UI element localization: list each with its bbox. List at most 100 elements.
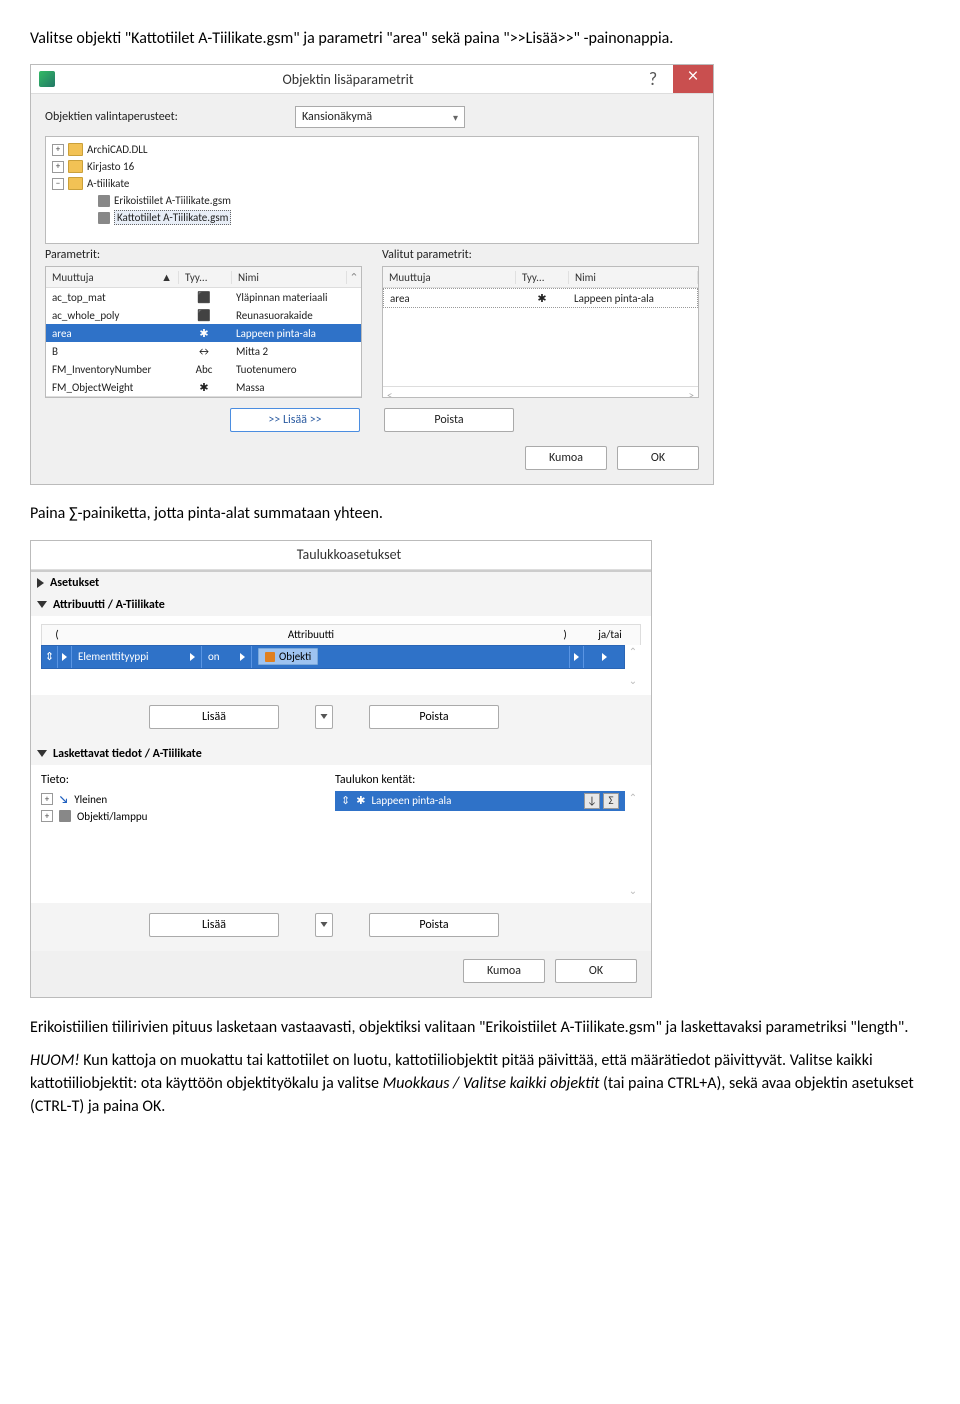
rule-op: on	[208, 650, 220, 663]
chevron-right-icon	[190, 653, 195, 661]
paragraph-intro-2: Paina ∑-painiketta, jotta pinta-alat sum…	[30, 503, 930, 525]
screenshot-dialog-taulukkoasetukset: Taulukkoasetukset Asetukset Attribuutti …	[30, 540, 652, 998]
table-row: FM_InventoryNumberAbcTuotenumero	[46, 360, 361, 378]
chevron-down-icon	[37, 750, 47, 757]
table-header: Muuttuja▲ Tyy... Nimi ⌃	[46, 267, 361, 288]
chevron-down-icon	[37, 601, 47, 608]
table-row: area✱Lappeen pinta-ala	[384, 289, 697, 307]
tree-node: + Objekti/lamppu	[41, 808, 317, 825]
remove-field-button[interactable]: Poista	[369, 913, 499, 937]
table-row: ac_whole_poly⬛Reunasuorakaide	[46, 306, 361, 324]
table-row: ac_top_mat⬛Yläpinnan materiaali	[46, 288, 361, 306]
scrollbar[interactable]: ⌃⌄	[625, 791, 641, 901]
remove-criteria-button[interactable]: Poista	[369, 705, 499, 729]
drag-handle-icon[interactable]: ⇕	[42, 646, 58, 668]
field-label: Lappeen pinta-ala	[371, 794, 451, 807]
tree-node: Erikoistiilet A-Tiilikate.gsm	[52, 192, 692, 209]
chevron-right-icon	[37, 578, 44, 588]
criteria-value: Kansionäkymä	[302, 110, 372, 124]
selected-params-label: Valitut parametrit:	[382, 248, 699, 262]
col-muuttuja: Muuttuja	[52, 271, 94, 284]
object-icon	[98, 195, 110, 207]
tree-label: Kirjasto 16	[87, 160, 134, 173]
ok-button[interactable]: OK	[617, 446, 699, 470]
folder-icon	[68, 160, 83, 173]
folder-icon	[68, 177, 83, 190]
tree-label: Objekti/lamppu	[77, 810, 147, 823]
tree-label: Kattotiilet A-Tiilikate.gsm	[114, 210, 231, 225]
dialog-title: Taulukkoasetukset	[47, 546, 651, 563]
tree-node: −A-tiilikate	[52, 175, 692, 192]
taulukon-kentat-list[interactable]: ⇕ ✱ Lappeen pinta-ala ↓ Σ	[335, 791, 625, 901]
cancel-button[interactable]: Kumoa	[525, 446, 607, 470]
tree-node: + ↘ Yleinen	[41, 791, 317, 808]
attr-columns-header: ( Attribuutti ) ja/tai	[41, 624, 641, 645]
sort-button[interactable]: ↓	[584, 793, 600, 809]
arrow-icon: ↘	[59, 793, 68, 806]
section-attribuutti[interactable]: Attribuutti / A-Tiilikate	[31, 594, 651, 616]
col-nimi: Nimi	[232, 271, 347, 284]
dropdown-caret[interactable]	[315, 705, 333, 729]
tieto-label: Tieto:	[41, 773, 317, 787]
chevron-right-icon	[240, 653, 245, 661]
tree-label: ArchiCAD.DLL	[87, 143, 148, 156]
selected-params-table[interactable]: Muuttuja Tyy... Nimi area✱Lappeen pinta-…	[382, 266, 699, 398]
remove-button[interactable]: Poista	[384, 408, 514, 432]
chevron-right-icon	[62, 653, 67, 661]
close-button[interactable]: ×	[673, 65, 713, 93]
add-button[interactable]: >> Lisää >>	[230, 408, 360, 432]
section-asetukset[interactable]: Asetukset	[31, 572, 651, 594]
table-row-selected: area✱Lappeen pinta-ala	[46, 324, 361, 342]
expander-icon[interactable]: +	[41, 810, 53, 822]
paragraph-intro-1: Valitse objekti "Kattotiilet A-Tiilikate…	[30, 28, 930, 50]
expander-icon[interactable]: +	[41, 793, 53, 805]
rule-field: Elementtityyppi	[78, 650, 149, 663]
tree-node: + ArchiCAD.DLL	[52, 141, 692, 158]
col-muuttuja: Muuttuja	[383, 271, 516, 284]
col-nimi: Nimi	[569, 271, 698, 284]
screenshot-dialog-objektin-lisaparametrit: Objektin lisäparametrit ? × Objektien va…	[30, 64, 714, 485]
tree-node-selected: Kattotiilet A-Tiilikate.gsm	[52, 209, 692, 226]
parameters-label: Parametrit:	[45, 248, 362, 262]
tree-node: + Kirjasto 16	[52, 158, 692, 175]
add-criteria-button[interactable]: Lisää	[149, 705, 279, 729]
section-laskettavat[interactable]: Laskettavat tiedot / A-Tiilikate	[31, 743, 651, 765]
tree-label: Yleinen	[74, 793, 107, 806]
add-field-button[interactable]: Lisää	[149, 913, 279, 937]
sum-button[interactable]: Σ	[603, 793, 619, 809]
criteria-combo[interactable]: Kansionäkymä ▾	[295, 106, 465, 128]
object-icon	[98, 212, 110, 224]
table-row: FM_ObjectWeight✱Massa	[46, 378, 361, 396]
expander-icon[interactable]: −	[52, 178, 64, 190]
tieto-tree[interactable]: + ↘ Yleinen + Objekti/lamppu	[41, 791, 317, 901]
paragraph-outro-1: Erikoistiilien tiilirivien pituus lasket…	[30, 1016, 930, 1039]
list-item: ⇕ ✱ Lappeen pinta-ala ↓ Σ	[335, 791, 625, 811]
rule-value-chip: Objekti	[258, 648, 318, 665]
parameters-table[interactable]: Muuttuja▲ Tyy... Nimi ⌃ ac_top_mat⬛Yläpi…	[45, 266, 362, 398]
object-icon	[59, 810, 71, 822]
attribute-rule-row[interactable]: ⇕ Elementtityyppi on Objekti	[41, 645, 625, 669]
cancel-button[interactable]: Kumoa	[463, 959, 545, 983]
criteria-label: Objektien valintaperusteet:	[45, 110, 295, 124]
expander-icon[interactable]: +	[52, 144, 64, 156]
help-button[interactable]: ?	[633, 65, 673, 93]
scrollbar[interactable]: ⌃⌄	[625, 645, 641, 687]
huom-label: HUOM!	[30, 1051, 83, 1070]
object-tree[interactable]: +ArchiCAD.DLL +Kirjasto 16 −A-tiilikate …	[45, 136, 699, 244]
dialog-title: Objektin lisäparametrit	[63, 71, 633, 88]
dropdown-caret[interactable]	[315, 913, 333, 937]
app-icon	[39, 71, 55, 87]
titlebar: Objektin lisäparametrit ? ×	[31, 65, 713, 94]
chevron-down-icon: ▾	[453, 111, 458, 124]
sort-asc-icon: ▲	[161, 271, 172, 284]
chevron-right-icon	[574, 653, 579, 661]
folder-icon	[68, 143, 83, 156]
outro-menu-path: Muokkaus / Valitse kaikki objektit	[383, 1074, 600, 1093]
ok-button[interactable]: OK	[555, 959, 637, 983]
paragraph-outro-2: HUOM! Kun kattoja on muokattu tai kattot…	[30, 1049, 930, 1119]
taulukon-kentat-label: Taulukon kentät:	[335, 773, 641, 787]
table-header: Muuttuja Tyy... Nimi	[383, 267, 698, 288]
object-icon	[265, 652, 275, 662]
expander-icon[interactable]: +	[52, 161, 64, 173]
col-tyyppi: Tyy...	[179, 271, 232, 284]
